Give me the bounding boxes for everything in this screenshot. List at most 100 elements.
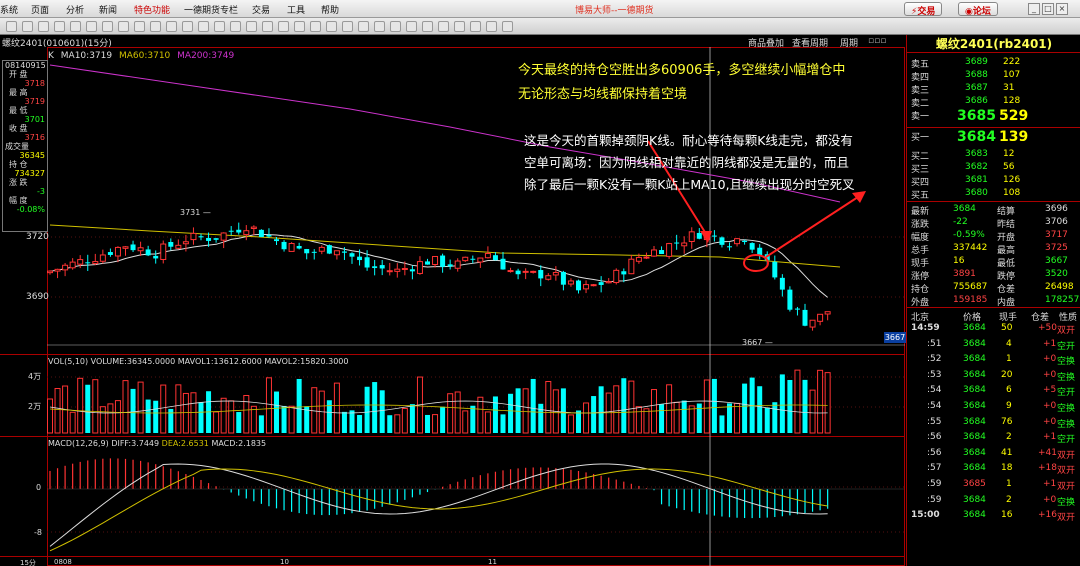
volume-bar-down: [515, 388, 521, 433]
low-mark: 3667 —: [742, 338, 773, 347]
toolbar-tool-icon[interactable]: [54, 21, 65, 32]
candle-body-up: [651, 249, 657, 257]
candle-body-down: [674, 242, 680, 244]
candle-body-up: [613, 269, 620, 284]
toolbar-tool-icon[interactable]: [262, 21, 273, 32]
toolbar-tool-icon[interactable]: [454, 21, 465, 32]
tick-oi-change: +0: [1043, 369, 1057, 380]
toolbar-tool-icon[interactable]: [198, 21, 209, 32]
tick-oi-change: +5: [1043, 385, 1057, 396]
tick-volume: 1: [1006, 479, 1012, 489]
tick-nature: 双开: [1057, 450, 1076, 461]
candle-body-down: [598, 282, 604, 285]
forum-button[interactable]: ◉论坛: [958, 2, 998, 17]
candle-body-up: [477, 257, 484, 263]
volume-bar-down: [757, 386, 763, 433]
toolbar-tool-icon[interactable]: [118, 21, 129, 32]
toolbar-tool-icon[interactable]: [38, 21, 49, 32]
toolbar-tool-icon[interactable]: [342, 21, 353, 32]
toolbar-tool-icon[interactable]: [438, 21, 449, 32]
candle-body-up: [416, 261, 423, 274]
toolbar-tool-icon[interactable]: [486, 21, 497, 32]
bid-volume: 12: [1003, 149, 1015, 159]
toolbar-tool-icon[interactable]: [310, 21, 321, 32]
toolbar-tool-icon[interactable]: [422, 21, 433, 32]
close-icon[interactable]: ×: [1056, 3, 1068, 15]
tick-price: 3684: [963, 369, 986, 380]
minimize-icon[interactable]: _: [1028, 3, 1040, 15]
candle-body-up: [114, 246, 121, 257]
candle-body-up: [401, 267, 408, 271]
volume-bar-up: [160, 384, 167, 434]
toolbar-tool-icon[interactable]: [390, 21, 401, 32]
bid1-volume: 139: [999, 129, 1029, 145]
ask-row: 卖四 3688 107: [907, 69, 1080, 83]
candle-body-down: [576, 280, 581, 291]
toolbar-tool-icon[interactable]: [294, 21, 305, 32]
bid-volume: 56: [1003, 162, 1015, 172]
volume-bar-down: [500, 414, 506, 433]
candle-body-down: [425, 261, 430, 265]
menu-tools[interactable]: 工具: [287, 3, 305, 16]
divider: [907, 201, 1080, 202]
toolbar-tool-icon[interactable]: [214, 21, 225, 32]
menu-trade[interactable]: 交易: [252, 3, 270, 16]
quote-title: 螺纹2401(rb2401): [907, 35, 1080, 53]
candle-body-down: [153, 255, 159, 259]
volume-bar-up: [265, 377, 272, 434]
menu-column[interactable]: 一德期货专栏: [184, 3, 238, 16]
toolbar-tool-icon[interactable]: [134, 21, 145, 32]
stat-row: 持仓 755687 仓差 26498: [907, 281, 1080, 295]
toolbar-tool-icon[interactable]: [502, 21, 513, 32]
toolbar-tool-icon[interactable]: [22, 21, 33, 32]
bid1-label: 买一: [911, 133, 930, 143]
candle-body-up: [54, 268, 61, 272]
tick-nature: 空换: [1057, 404, 1076, 414]
toolbar-tool-icon[interactable]: [278, 21, 289, 32]
toolbar-tool-icon[interactable]: [86, 21, 97, 32]
volume-bar-down: [364, 386, 370, 433]
volume-bar-down: [696, 403, 702, 433]
candle-body-up: [182, 241, 189, 245]
stat-value: -22: [953, 217, 968, 227]
candle-body-down: [85, 262, 91, 264]
toolbar-tool-icon[interactable]: [374, 21, 385, 32]
tick-price: 3684: [963, 447, 986, 458]
kline-chart[interactable]: [0, 47, 905, 566]
toolbar-tool-icon[interactable]: [470, 21, 481, 32]
toolbar-tool-icon[interactable]: [6, 21, 17, 32]
toolbar-tool-icon[interactable]: [358, 21, 369, 32]
toolbar-tool-icon[interactable]: [102, 21, 113, 32]
candle-body-down: [107, 252, 113, 255]
candle-body-down: [258, 229, 264, 237]
candle-body-up: [583, 284, 590, 290]
volume-bar-up: [567, 414, 574, 434]
toolbar-tool-icon[interactable]: [406, 21, 417, 32]
menu-analysis[interactable]: 分析: [66, 3, 84, 16]
trade-button[interactable]: ⚡交易: [904, 2, 943, 17]
window-title: 博易大师--一德期货: [575, 6, 654, 16]
menu-features[interactable]: 特色功能: [134, 3, 170, 16]
menu-news[interactable]: 新闻: [99, 3, 117, 16]
volume-bar-up: [92, 379, 99, 434]
toolbar-tool-icon[interactable]: [70, 21, 81, 32]
tick-oi-change: +0: [1043, 354, 1057, 365]
menu-help[interactable]: 帮助: [321, 3, 339, 16]
candle-body-up: [545, 275, 552, 280]
info-change-value: -3: [37, 187, 45, 196]
toolbar-tool-icon[interactable]: [166, 21, 177, 32]
window-controls-icon[interactable]: ▫▫▫: [868, 36, 886, 46]
menu-system[interactable]: 系统: [0, 3, 18, 16]
toolbar-tool-icon[interactable]: [230, 21, 241, 32]
maximize-icon[interactable]: □: [1042, 3, 1054, 15]
volume-bar-up: [250, 405, 257, 434]
toolbar-tool-icon[interactable]: [246, 21, 257, 32]
toolbar-tool-icon[interactable]: [150, 21, 161, 32]
bid-price: 3682: [965, 162, 988, 172]
menu-page[interactable]: 页面: [31, 3, 49, 16]
tick-nature: 双开: [1057, 326, 1076, 336]
volume-bar-up: [643, 408, 650, 434]
toolbar-tool-icon[interactable]: [182, 21, 193, 32]
candle-body-up: [122, 246, 129, 249]
toolbar-tool-icon[interactable]: [326, 21, 337, 32]
